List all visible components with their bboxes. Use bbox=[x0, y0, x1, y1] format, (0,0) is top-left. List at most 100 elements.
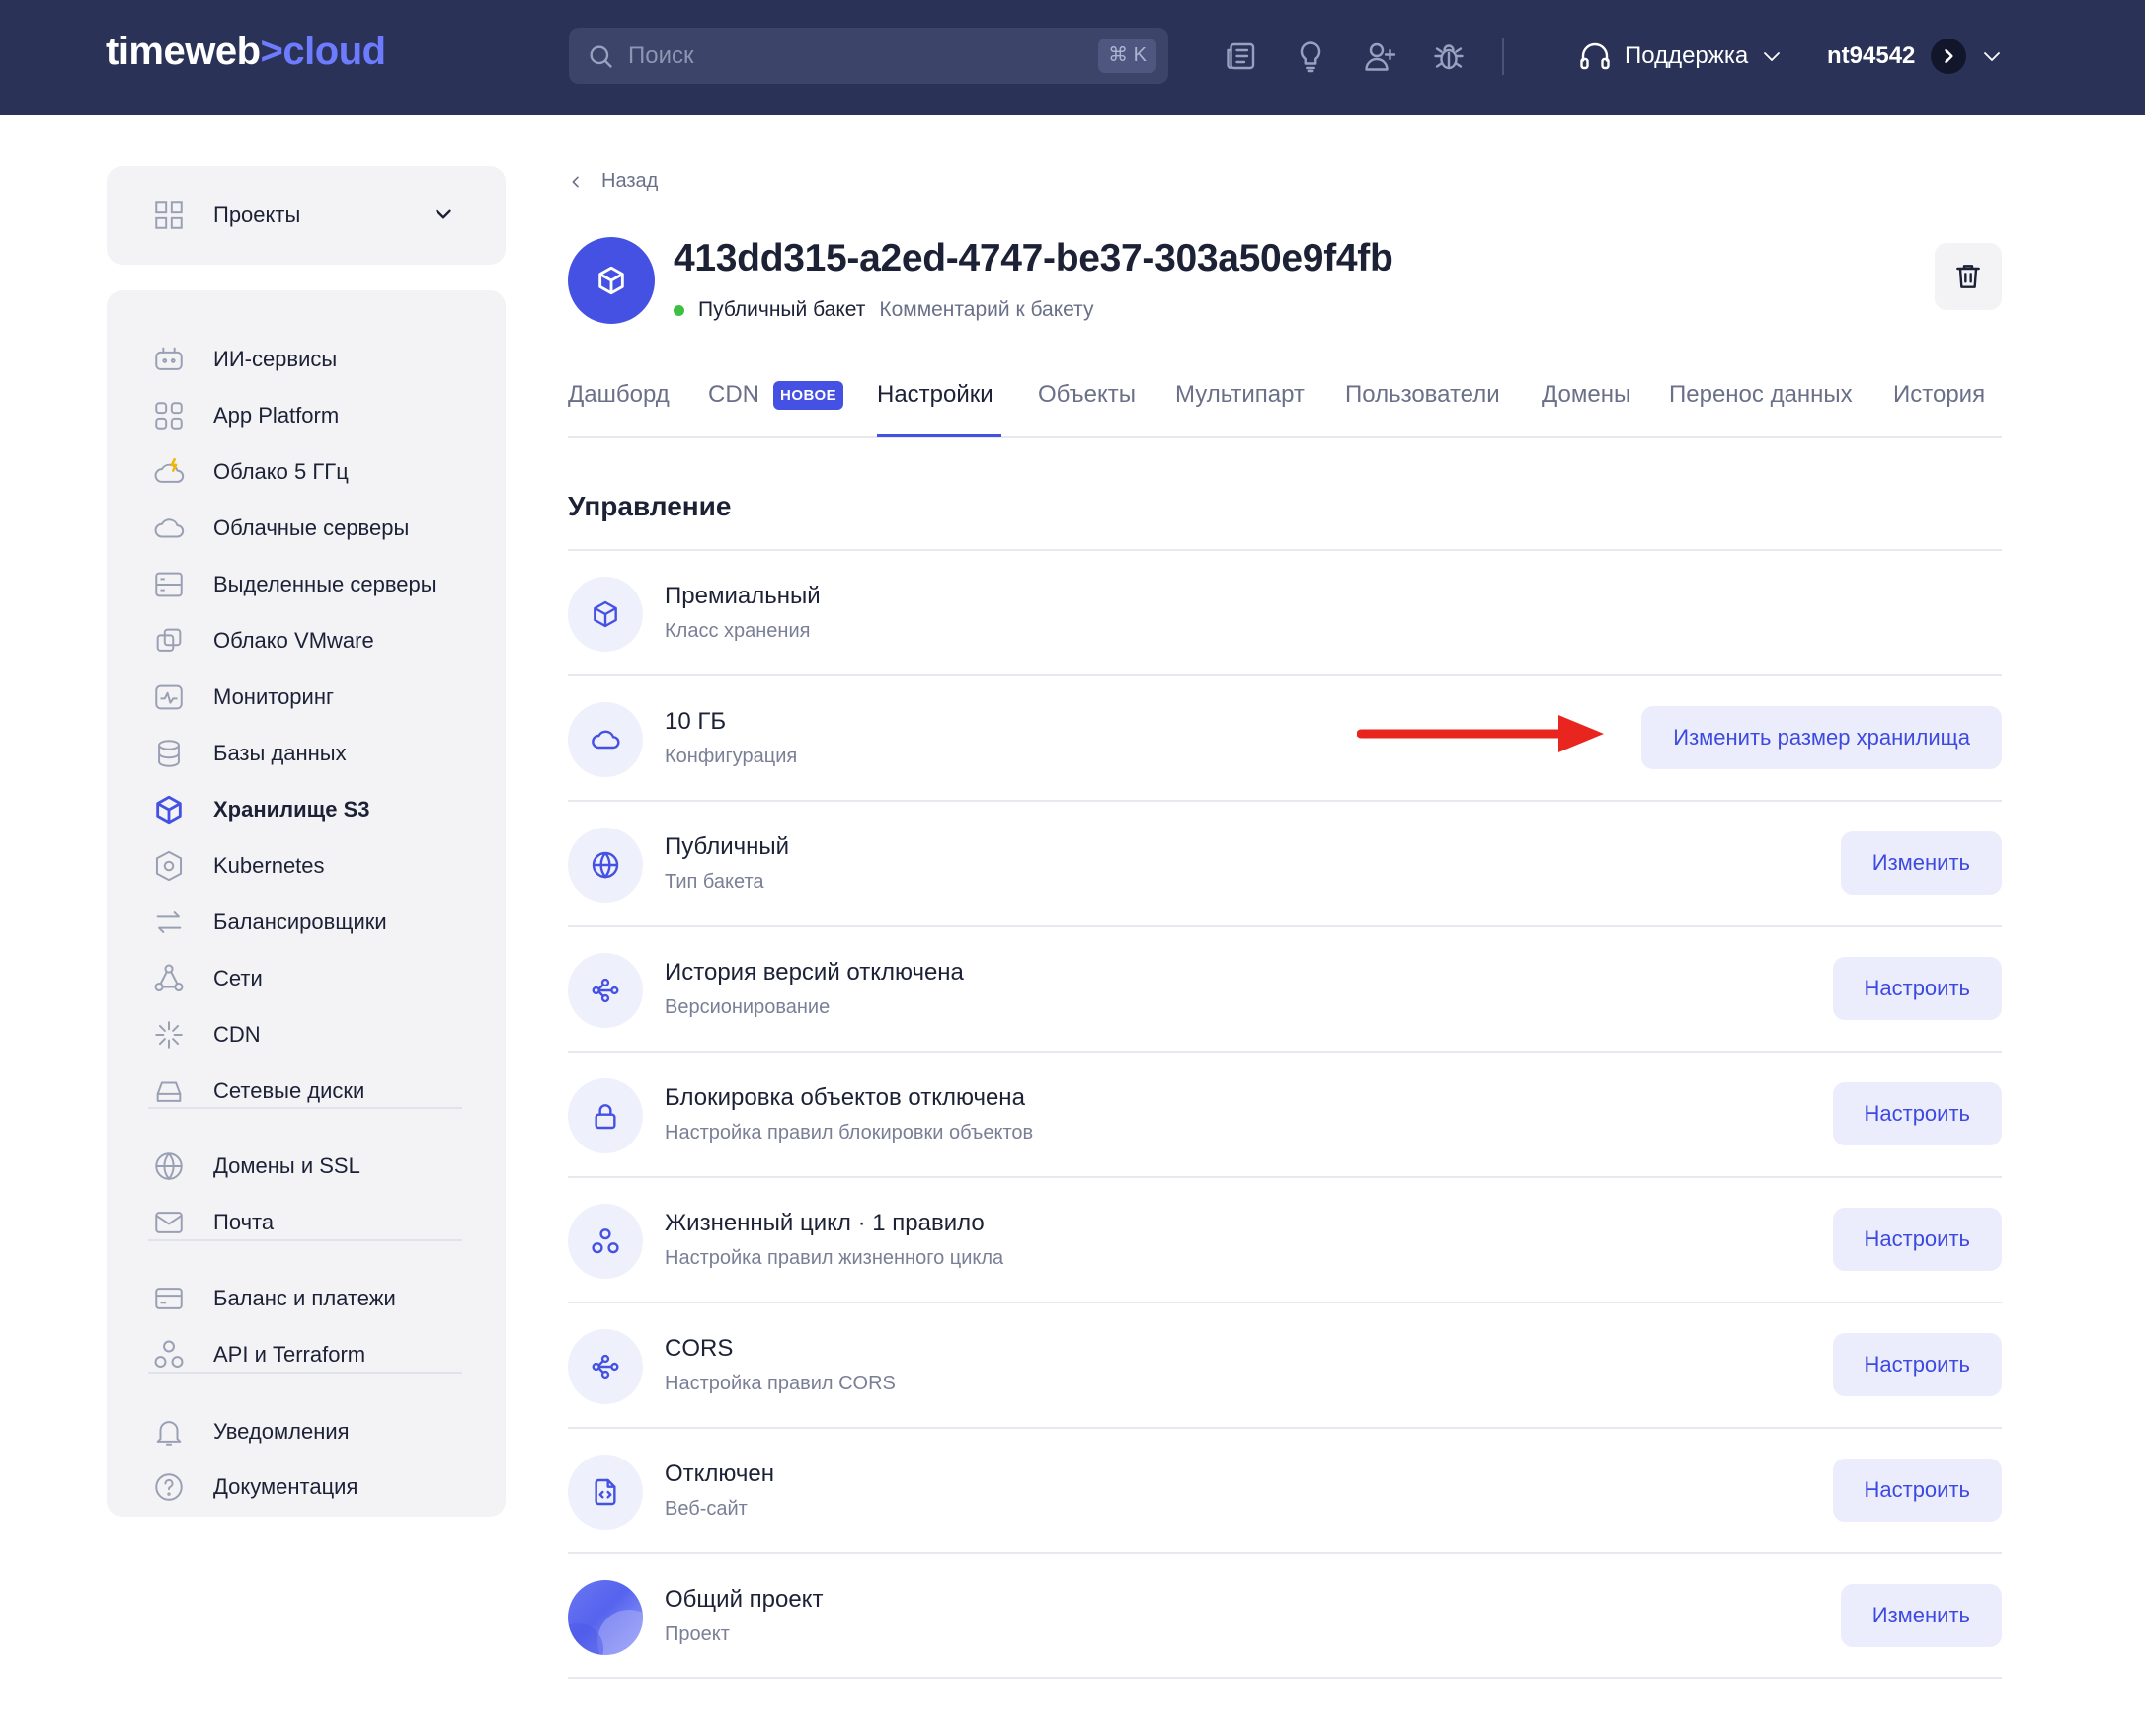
monitoring-icon bbox=[155, 684, 183, 710]
configure-website-button[interactable]: Настроить bbox=[1832, 1459, 2002, 1522]
chevron-down-icon bbox=[1984, 52, 2001, 61]
sidebar-item-app-platform[interactable]: App Platform bbox=[152, 394, 488, 437]
sidebar-item-cloud-5ghz[interactable]: Облако 5 ГГц bbox=[152, 450, 488, 494]
setting-row-website: Отключен Веб-сайт Настроить bbox=[568, 1427, 2002, 1553]
robot-icon bbox=[155, 347, 183, 370]
row-subtitle: Настройка правил жизненного цикла bbox=[665, 1247, 1004, 1269]
row-subtitle: Версионирование bbox=[665, 996, 831, 1018]
support-menu[interactable]: Поддержка bbox=[1577, 36, 1784, 77]
sidebar-item-databases[interactable]: Базы данных bbox=[152, 732, 488, 775]
sidebar-item-vmware[interactable]: Облако VMware bbox=[152, 619, 488, 663]
row-title: Публичный bbox=[665, 833, 790, 860]
grid-icon bbox=[155, 402, 183, 430]
disk-icon bbox=[156, 1081, 182, 1102]
toolbar-divider bbox=[1502, 38, 1504, 75]
sidebar-item-balancers[interactable]: Балансировщики bbox=[152, 901, 488, 944]
chevron-down-icon bbox=[1764, 52, 1781, 61]
account-arrow-icon[interactable] bbox=[1931, 39, 1967, 74]
share-icon bbox=[568, 953, 643, 1028]
project-avatar bbox=[568, 1580, 643, 1655]
change-bucket-type-button[interactable]: Изменить bbox=[1840, 831, 2002, 895]
share-icon bbox=[568, 1329, 643, 1404]
chevron-down-icon bbox=[436, 209, 451, 219]
setting-row-bucket-type: Публичный Тип бакета Изменить bbox=[568, 800, 2002, 926]
tab-history[interactable]: История bbox=[1893, 379, 1985, 411]
sidebar-item-networks[interactable]: Сети bbox=[152, 957, 488, 1000]
row-subtitle: Тип бакета bbox=[665, 871, 764, 893]
headset-icon bbox=[1580, 42, 1610, 70]
search-box[interactable]: ⌘ K bbox=[569, 28, 1168, 84]
tab-settings[interactable]: Настройки bbox=[877, 379, 993, 411]
bucket-avatar bbox=[568, 237, 655, 324]
row-title: История версий отключена bbox=[665, 959, 964, 986]
row-subtitle: Конфигурация bbox=[665, 746, 798, 767]
change-project-button[interactable]: Изменить bbox=[1840, 1584, 2002, 1647]
tab-objects[interactable]: Объекты bbox=[1038, 379, 1136, 411]
configure-lifecycle-button[interactable]: Настроить bbox=[1832, 1208, 2002, 1271]
cloud-icon bbox=[154, 518, 185, 538]
tab-multipart[interactable]: Мультипарт bbox=[1175, 379, 1305, 411]
tab-data-migration[interactable]: Перенос данных bbox=[1669, 379, 1853, 411]
logo[interactable]: timeweb>cloud bbox=[106, 30, 386, 74]
setting-row-versioning: История версий отключена Версионирование… bbox=[568, 925, 2002, 1052]
sidebar-divider bbox=[148, 1107, 462, 1109]
sidebar-item-mail[interactable]: Почта bbox=[152, 1201, 488, 1244]
row-title: 10 ГБ bbox=[665, 708, 727, 735]
resize-storage-button[interactable]: Изменить размер хранилища bbox=[1641, 706, 2002, 769]
sidebar-item-monitoring[interactable]: Мониторинг bbox=[152, 675, 488, 719]
projects-label: Проекты bbox=[213, 202, 301, 227]
configure-object-lock-button[interactable]: Настроить bbox=[1832, 1082, 2002, 1145]
projects-selector[interactable]: Проекты bbox=[107, 166, 506, 265]
globe-icon bbox=[155, 1152, 183, 1181]
row-title: CORS bbox=[665, 1335, 734, 1362]
delete-bucket-button[interactable] bbox=[1935, 243, 2002, 310]
configure-cors-button[interactable]: Настроить bbox=[1832, 1333, 2002, 1396]
sidebar-item-kubernetes[interactable]: Kubernetes bbox=[152, 844, 488, 888]
chevron-left-icon bbox=[572, 176, 579, 187]
tab-cdn[interactable]: CDN НОВОЕ bbox=[708, 379, 844, 411]
tab-users[interactable]: Пользователи bbox=[1345, 379, 1500, 411]
tab-dashboard[interactable]: Дашборд bbox=[568, 379, 670, 411]
card-icon bbox=[155, 1288, 183, 1309]
sidebar-item-domains-ssl[interactable]: Домены и SSL bbox=[152, 1144, 488, 1188]
row-subtitle: Проект bbox=[665, 1623, 730, 1645]
username: nt94542 bbox=[1827, 42, 1916, 69]
row-subtitle: Класс хранения bbox=[665, 620, 811, 642]
sidebar-item-cloud-servers[interactable]: Облачные серверы bbox=[152, 507, 488, 550]
lightbulb-icon[interactable] bbox=[1292, 38, 1329, 75]
sidebar-item-dedicated-servers[interactable]: Выделенные серверы bbox=[152, 563, 488, 606]
add-user-icon[interactable] bbox=[1361, 38, 1398, 75]
status-dot bbox=[674, 304, 684, 316]
user-menu[interactable]: nt94542 bbox=[1827, 36, 2004, 77]
code-file-icon bbox=[568, 1455, 643, 1530]
page-title: 413dd315-a2ed-4747-be37-303a50e9f4fb bbox=[674, 237, 1393, 279]
tab-bar: Дашборд CDN НОВОЕ Настройки Объекты Мульт… bbox=[568, 371, 2002, 438]
sidebar-item-ai-services[interactable]: ИИ-сервисы bbox=[152, 338, 488, 381]
news-icon[interactable] bbox=[1223, 38, 1260, 75]
sidebar-item-cdn[interactable]: CDN bbox=[152, 1013, 488, 1057]
row-title: Премиальный bbox=[665, 583, 821, 609]
projects-grid-icon bbox=[155, 201, 183, 229]
sidebar-item-billing[interactable]: Баланс и платежи bbox=[152, 1277, 488, 1320]
sidebar-item-documentation[interactable]: Документация bbox=[152, 1465, 488, 1509]
bucket-comment[interactable]: Комментарий к бакету bbox=[879, 298, 1093, 322]
setting-row-cors: CORS Настройка правил CORS Настроить bbox=[568, 1302, 2002, 1428]
setting-row-project: Общий проект Проект Изменить bbox=[568, 1552, 2002, 1679]
lock-icon bbox=[568, 1078, 643, 1153]
sidebar-item-notifications[interactable]: Уведомления bbox=[152, 1410, 488, 1454]
search-input[interactable] bbox=[628, 41, 1082, 70]
bucket-type: Публичный бакет bbox=[698, 298, 866, 321]
configure-versioning-button[interactable]: Настроить bbox=[1832, 957, 2002, 1020]
bug-icon[interactable] bbox=[1430, 38, 1468, 75]
row-title: Отключен bbox=[665, 1460, 775, 1487]
cloud-bolt-icon bbox=[154, 457, 185, 483]
trash-icon bbox=[1956, 265, 1980, 288]
tab-domains[interactable]: Домены bbox=[1542, 379, 1630, 411]
top-bar: timeweb>cloud ⌘ K Поддержка nt94542 bbox=[0, 0, 2145, 115]
back-link[interactable]: Назад bbox=[568, 170, 658, 193]
cloud-icon bbox=[568, 702, 643, 777]
sidebar-item-api-terraform[interactable]: API и Terraform bbox=[152, 1333, 488, 1377]
support-label: Поддержка bbox=[1625, 42, 1749, 69]
balancer-icon bbox=[156, 911, 182, 933]
sidebar-item-s3-storage[interactable]: Хранилище S3 bbox=[152, 788, 488, 831]
